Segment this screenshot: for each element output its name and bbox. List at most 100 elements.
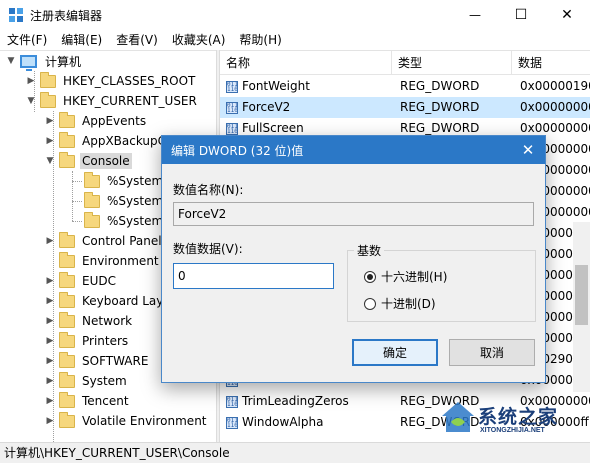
folder-icon	[59, 371, 75, 388]
menu-file[interactable]: 文件(F)	[0, 30, 54, 50]
value-type: REG_DWORD	[400, 100, 480, 114]
value-data-input[interactable]: 0	[173, 263, 334, 289]
folder-icon	[59, 391, 75, 408]
expand-icon[interactable]: ▶	[26, 71, 36, 91]
tree-item-label: Volatile Environment	[82, 414, 207, 428]
menu-help[interactable]: 帮助(H)	[232, 30, 288, 50]
value-name-field: ForceV2	[173, 202, 534, 226]
value-data: 0x00000190 (400)	[520, 79, 590, 93]
menu-view[interactable]: 查看(V)	[109, 30, 165, 50]
folder-icon	[59, 331, 75, 348]
minimize-button[interactable]: —	[452, 0, 498, 30]
maximize-button[interactable]: ☐	[498, 0, 544, 30]
expand-icon[interactable]: ▶	[45, 391, 55, 411]
column-header-data[interactable]: 数据	[512, 51, 590, 75]
tree-item-hkcr[interactable]: ▶ HKEY_CLASSES_ROOT	[26, 71, 197, 91]
tree-item-label: System	[82, 374, 127, 388]
radio-hexadecimal[interactable]: 十六进制(H)	[364, 268, 447, 285]
ok-button[interactable]: 确定	[352, 339, 438, 366]
folder-icon	[59, 311, 75, 328]
dword-value-icon: 011110	[226, 395, 238, 408]
window-title: 注册表编辑器	[30, 9, 103, 23]
tree-item-computer[interactable]: ▼ 计算机	[6, 51, 83, 71]
dword-value-icon: 011110	[226, 101, 238, 114]
dword-value-icon: 011110	[226, 80, 238, 93]
expand-icon[interactable]: ▶	[45, 231, 55, 251]
table-row[interactable]: 011110 FontWeight REG_DWORD 0x00000190 (4…	[220, 76, 590, 97]
scrollbar-thumb[interactable]	[575, 265, 588, 325]
radio-label: 十六进制(H)	[381, 270, 448, 284]
cancel-button[interactable]: 取消	[449, 339, 535, 366]
folder-icon	[59, 231, 75, 248]
collapse-icon[interactable]: ▼	[45, 151, 55, 171]
dialog-title: 编辑 DWORD (32 位)值	[171, 144, 304, 158]
expand-icon[interactable]: ▶	[45, 411, 55, 431]
dword-value-icon: 011110	[226, 122, 238, 135]
tree-item-console[interactable]: ▼ Console	[45, 151, 132, 171]
tree-item-system[interactable]: ▶ System	[45, 371, 129, 391]
tree-item-hkcu[interactable]: ▼ HKEY_CURRENT_USER	[26, 91, 199, 111]
folder-icon	[59, 351, 75, 368]
folder-icon	[59, 411, 75, 428]
value-name-label: 数值名称(N):	[173, 183, 244, 197]
maximize-icon: ☐	[514, 7, 528, 23]
tree-item-tencent[interactable]: ▶ Tencent	[45, 391, 131, 411]
expand-icon[interactable]: ▶	[45, 111, 55, 131]
expand-icon[interactable]: ▶	[45, 291, 55, 311]
radio-label: 十进制(D)	[381, 297, 436, 311]
expand-icon[interactable]: ▶	[45, 311, 55, 331]
watermark-logo-icon	[442, 402, 474, 432]
folder-icon	[40, 91, 56, 108]
folder-icon	[59, 271, 75, 288]
tree-item-appevents[interactable]: ▶ AppEvents	[45, 111, 148, 131]
menu-edit[interactable]: 编辑(E)	[54, 30, 109, 50]
collapse-icon[interactable]: ▼	[26, 91, 36, 111]
tree-item-network[interactable]: ▶ Network	[45, 311, 134, 331]
value-name: FullScreen	[242, 121, 304, 135]
folder-icon	[84, 191, 100, 208]
tree-item-volatile-environment[interactable]: ▶ Volatile Environment	[45, 411, 209, 431]
folder-icon	[84, 211, 100, 228]
table-row[interactable]: 011110 ForceV2 REG_DWORD 0x00000000 (0)	[220, 97, 590, 118]
expand-icon[interactable]: ▶	[45, 351, 55, 371]
value-data: 0x00000000 (0)	[520, 100, 590, 114]
folder-icon	[59, 111, 75, 128]
column-header-type[interactable]: 类型	[392, 51, 512, 75]
radio-button-checked-icon[interactable]	[364, 270, 376, 283]
tree-item-software[interactable]: ▶ SOFTWARE	[45, 351, 150, 371]
folder-icon	[84, 171, 100, 188]
expand-icon[interactable]: ▶	[45, 271, 55, 291]
list-header: 名称 类型 数据	[220, 51, 590, 75]
tree-item-label: Control Panel	[82, 234, 162, 248]
value-name: ForceV2	[242, 100, 291, 114]
tree-item-label: AppEvents	[82, 114, 147, 128]
registry-editor-icon	[9, 8, 23, 22]
tree-item-label: Printers	[82, 334, 129, 348]
dialog-close-button[interactable]: ✕	[511, 136, 545, 164]
collapse-icon[interactable]: ▼	[6, 51, 16, 71]
close-button[interactable]: ✕	[544, 0, 590, 30]
column-header-name[interactable]: 名称	[220, 51, 392, 75]
menu-favorites[interactable]: 收藏夹(A)	[165, 30, 233, 50]
tree-item-label: EUDC	[82, 274, 116, 288]
expand-icon[interactable]: ▶	[45, 371, 55, 391]
tree-item-eudc[interactable]: ▶ EUDC	[45, 271, 118, 291]
tree-item-environment[interactable]: Environment	[45, 251, 161, 271]
dword-value-icon: 011110	[226, 416, 238, 429]
tree-item-control-panel[interactable]: ▶ Control Panel	[45, 231, 164, 251]
dialog-title-bar[interactable]: 编辑 DWORD (32 位)值 ✕	[162, 136, 545, 164]
close-icon: ✕	[561, 7, 573, 23]
base-groupbox: 基数 十六进制(H) 十进制(D)	[347, 242, 536, 322]
expand-icon[interactable]: ▶	[45, 131, 55, 151]
tree-item-printers[interactable]: ▶ Printers	[45, 331, 130, 351]
radio-decimal[interactable]: 十进制(D)	[364, 295, 436, 312]
value-name: TrimLeadingZeros	[242, 394, 349, 408]
computer-icon	[20, 54, 37, 71]
expand-icon[interactable]: ▶	[45, 331, 55, 351]
value-data-label: 数值数据(V):	[173, 242, 243, 256]
tree-item-label: HKEY_CLASSES_ROOT	[63, 74, 196, 88]
radio-button-icon[interactable]	[364, 297, 376, 310]
